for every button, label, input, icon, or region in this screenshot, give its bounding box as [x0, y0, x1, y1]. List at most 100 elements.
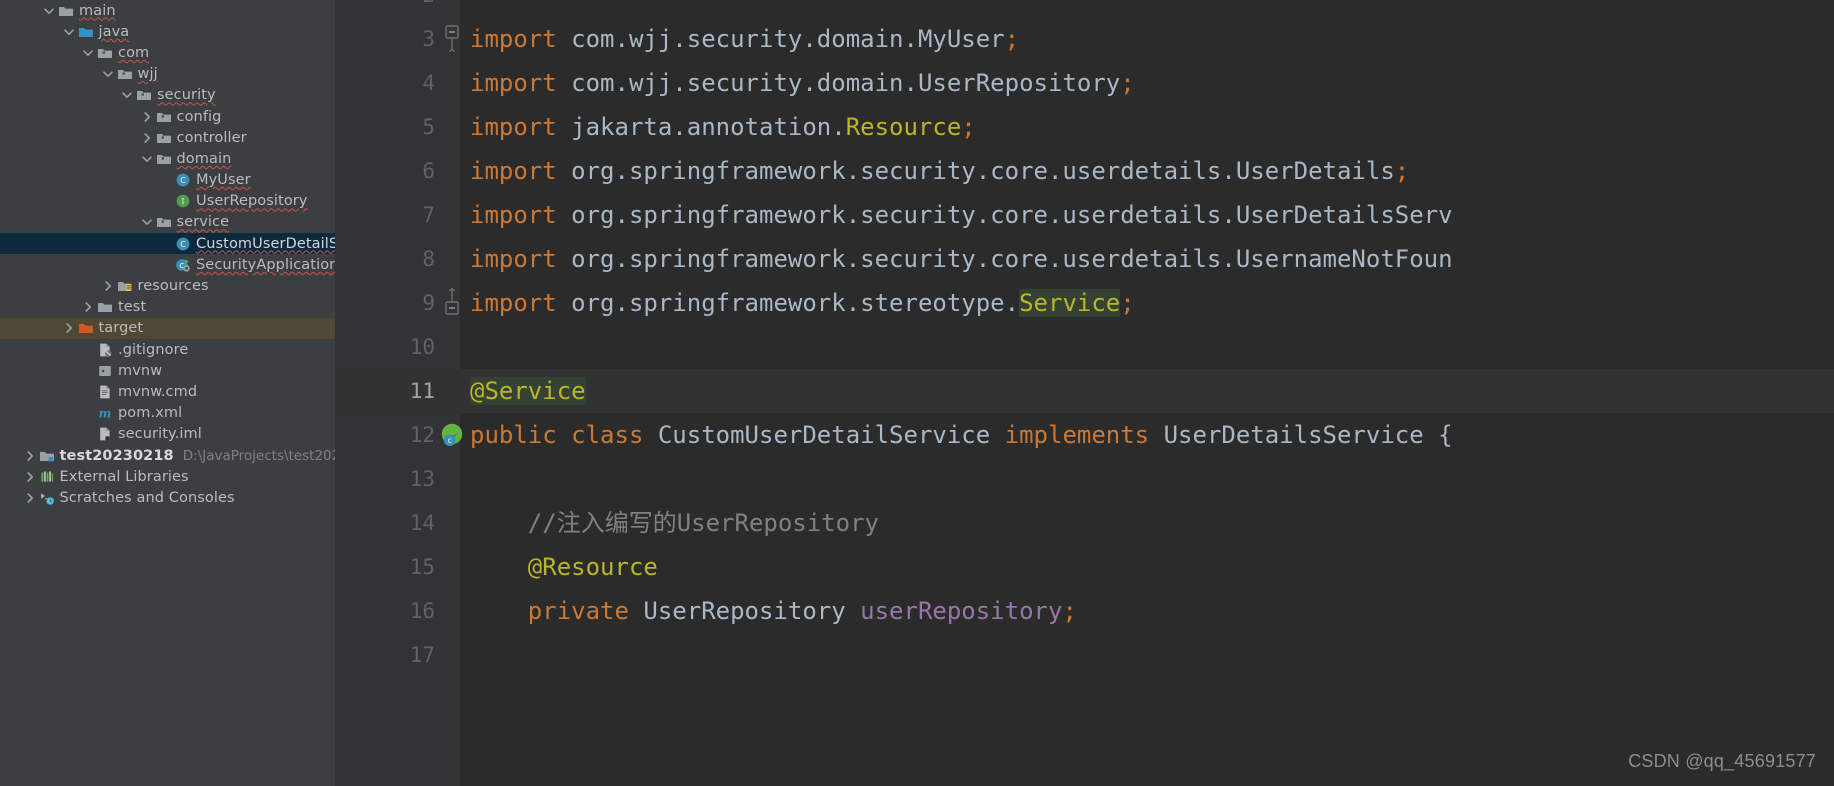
tree-arrow-placeholder — [158, 236, 174, 252]
chevron-right-icon[interactable] — [139, 109, 155, 125]
chevron-right-icon[interactable] — [80, 299, 96, 315]
tree-arrow-placeholder — [80, 342, 96, 358]
code-line-text[interactable]: public class CustomUserDetailService imp… — [460, 413, 1453, 457]
code-line-text[interactable]: import org.springframework.security.core… — [460, 149, 1409, 193]
code-line[interactable]: 11 @Service — [335, 369, 1834, 413]
tree-item-userrepository[interactable]: IUserRepository — [0, 191, 335, 212]
tree-item-target[interactable]: target — [0, 318, 335, 339]
chevron-down-icon[interactable] — [100, 66, 116, 82]
chevron-down-icon[interactable] — [139, 151, 155, 167]
tree-item-controller[interactable]: controller — [0, 127, 335, 148]
tree-indent — [0, 85, 119, 106]
code-line[interactable]: 5import jakarta.annotation.Resource; — [335, 105, 1834, 149]
fold-region-start-icon[interactable] — [443, 17, 461, 61]
tree-item-external-libraries[interactable]: External Libraries — [0, 466, 335, 487]
chevron-down-icon[interactable] — [139, 214, 155, 230]
tree-item-java[interactable]: java — [0, 21, 335, 42]
line-number: 16 — [335, 589, 435, 633]
tree-indent — [0, 106, 139, 127]
tree-item-com[interactable]: com — [0, 42, 335, 63]
tree-item-label: controller — [177, 130, 247, 146]
code-line[interactable]: 12cpublic class CustomUserDetailService … — [335, 413, 1834, 457]
line-number: 11 — [335, 369, 435, 413]
code-line[interactable]: 3import com.wjj.security.domain.MyUser; — [335, 17, 1834, 61]
code-line-text[interactable]: //注入编写的UserRepository — [460, 501, 879, 545]
project-tree-list[interactable]: main javacomwjjsecurityconfig controller do… — [0, 0, 335, 509]
chevron-down-icon[interactable] — [61, 24, 77, 40]
spring-boot-class-icon: C — [174, 257, 192, 273]
spring-bean-icon[interactable]: c — [439, 413, 465, 457]
code-line[interactable]: 4 import com.wjj.security.domain.UserRepo… — [335, 61, 1834, 105]
fold-region-end-icon[interactable] — [443, 281, 461, 325]
code-line-text[interactable]: import com.wjj.security.domain.UserRepos… — [460, 61, 1135, 105]
code-line[interactable]: 14 //注入编写的UserRepository — [335, 501, 1834, 545]
tree-item-myuser[interactable]: CMyUser — [0, 170, 335, 191]
chevron-right-icon[interactable] — [61, 320, 77, 336]
chevron-right-icon[interactable] — [139, 130, 155, 146]
code-token: { — [1438, 421, 1452, 449]
chevron-right-icon[interactable] — [22, 469, 38, 485]
tree-item-domain[interactable]: domain — [0, 148, 335, 169]
tree-item-config[interactable]: config — [0, 106, 335, 127]
tree-item-test20230218[interactable]: test20230218D:\JavaProjects\test20230218 — [0, 445, 335, 466]
tree-indent — [0, 318, 61, 339]
tree-arrow-placeholder — [80, 426, 96, 442]
tree-indent — [0, 170, 158, 191]
code-line-text[interactable]: import com.wjj.security.domain.MyUser; — [460, 17, 1019, 61]
code-line[interactable]: 8import org.springframework.security.cor… — [335, 237, 1834, 281]
code-line[interactable]: 17 — [335, 633, 1834, 677]
tree-item-customuserdetailserv[interactable]: CCustomUserDetailServ — [0, 233, 335, 254]
code-line[interactable]: 10 — [335, 325, 1834, 369]
tree-item-mvnw[interactable]: mvnw — [0, 360, 335, 381]
tree-item-gitignore[interactable]: .gitignore — [0, 339, 335, 360]
tree-item-scratches-and-consoles[interactable]: Scratches and Consoles — [0, 487, 335, 508]
code-line-text[interactable]: import jakarta.annotation.Resource; — [460, 105, 976, 149]
tree-item-security-iml[interactable]: security.iml — [0, 424, 335, 445]
code-token: ; — [1395, 157, 1409, 185]
code-line-text[interactable]: private UserRepository userRepository; — [460, 589, 1077, 633]
code-line[interactable]: 6import org.springframework.security.cor… — [335, 149, 1834, 193]
tree-item-security[interactable]: security — [0, 85, 335, 106]
code-token: public — [470, 421, 571, 449]
tree-indent — [0, 445, 22, 466]
code-line-text[interactable]: @Resource — [460, 545, 658, 589]
tree-item-label: test20230218 — [60, 448, 174, 464]
tree-item-pom-xml[interactable]: mpom.xml — [0, 403, 335, 424]
chevron-right-icon[interactable] — [22, 490, 38, 506]
code-line[interactable]: 13 — [335, 457, 1834, 501]
code-line-text[interactable]: import org.springframework.security.core… — [460, 237, 1453, 281]
maven-file-icon: m — [96, 405, 114, 421]
package-icon — [155, 214, 173, 230]
tree-item-wjj[interactable]: wjj — [0, 64, 335, 85]
chevron-down-icon[interactable] — [119, 87, 135, 103]
tree-item-label: main — [79, 3, 116, 19]
code-line[interactable]: 9import org.springframework.stereotype.S… — [335, 281, 1834, 325]
project-tool-window[interactable]: main javacomwjjsecurityconfig controller do… — [0, 0, 335, 786]
line-number: 4 — [335, 61, 435, 105]
tree-item-mvnw-cmd[interactable]: mvnw.cmd — [0, 381, 335, 402]
code-line[interactable]: 2 — [335, 0, 1834, 17]
chevron-down-icon[interactable] — [80, 45, 96, 61]
code-line-text[interactable]: @Service — [460, 369, 586, 413]
code-line-text[interactable]: import org.springframework.stereotype.Se… — [460, 281, 1135, 325]
tree-indent — [0, 403, 80, 424]
package-icon — [155, 130, 173, 146]
chevron-down-icon[interactable] — [41, 3, 57, 19]
tree-item-test[interactable]: test — [0, 297, 335, 318]
tree-item-securityapplication[interactable]: CSecurityApplication — [0, 254, 335, 275]
tree-item-service[interactable]: service — [0, 212, 335, 233]
chevron-right-icon[interactable] — [100, 278, 116, 294]
tree-indent — [0, 212, 139, 233]
folder-resources-icon — [116, 278, 134, 294]
code-token: import — [470, 25, 571, 53]
code-line[interactable]: 15 @Resource — [335, 545, 1834, 589]
svg-text:C: C — [180, 176, 186, 185]
editor-pane[interactable]: 23import com.wjj.security.domain.MyUser;… — [335, 0, 1834, 786]
code-line-text[interactable]: import org.springframework.security.core… — [460, 193, 1453, 237]
tree-item-main[interactable]: main — [0, 0, 335, 21]
chevron-right-icon[interactable] — [22, 448, 38, 464]
line-number: 7 — [335, 193, 435, 237]
tree-item-resources[interactable]: resources — [0, 275, 335, 296]
code-line[interactable]: 7 import org.springframework.security.cor… — [335, 193, 1834, 237]
code-line[interactable]: 16 private UserRepository userRepository… — [335, 589, 1834, 633]
